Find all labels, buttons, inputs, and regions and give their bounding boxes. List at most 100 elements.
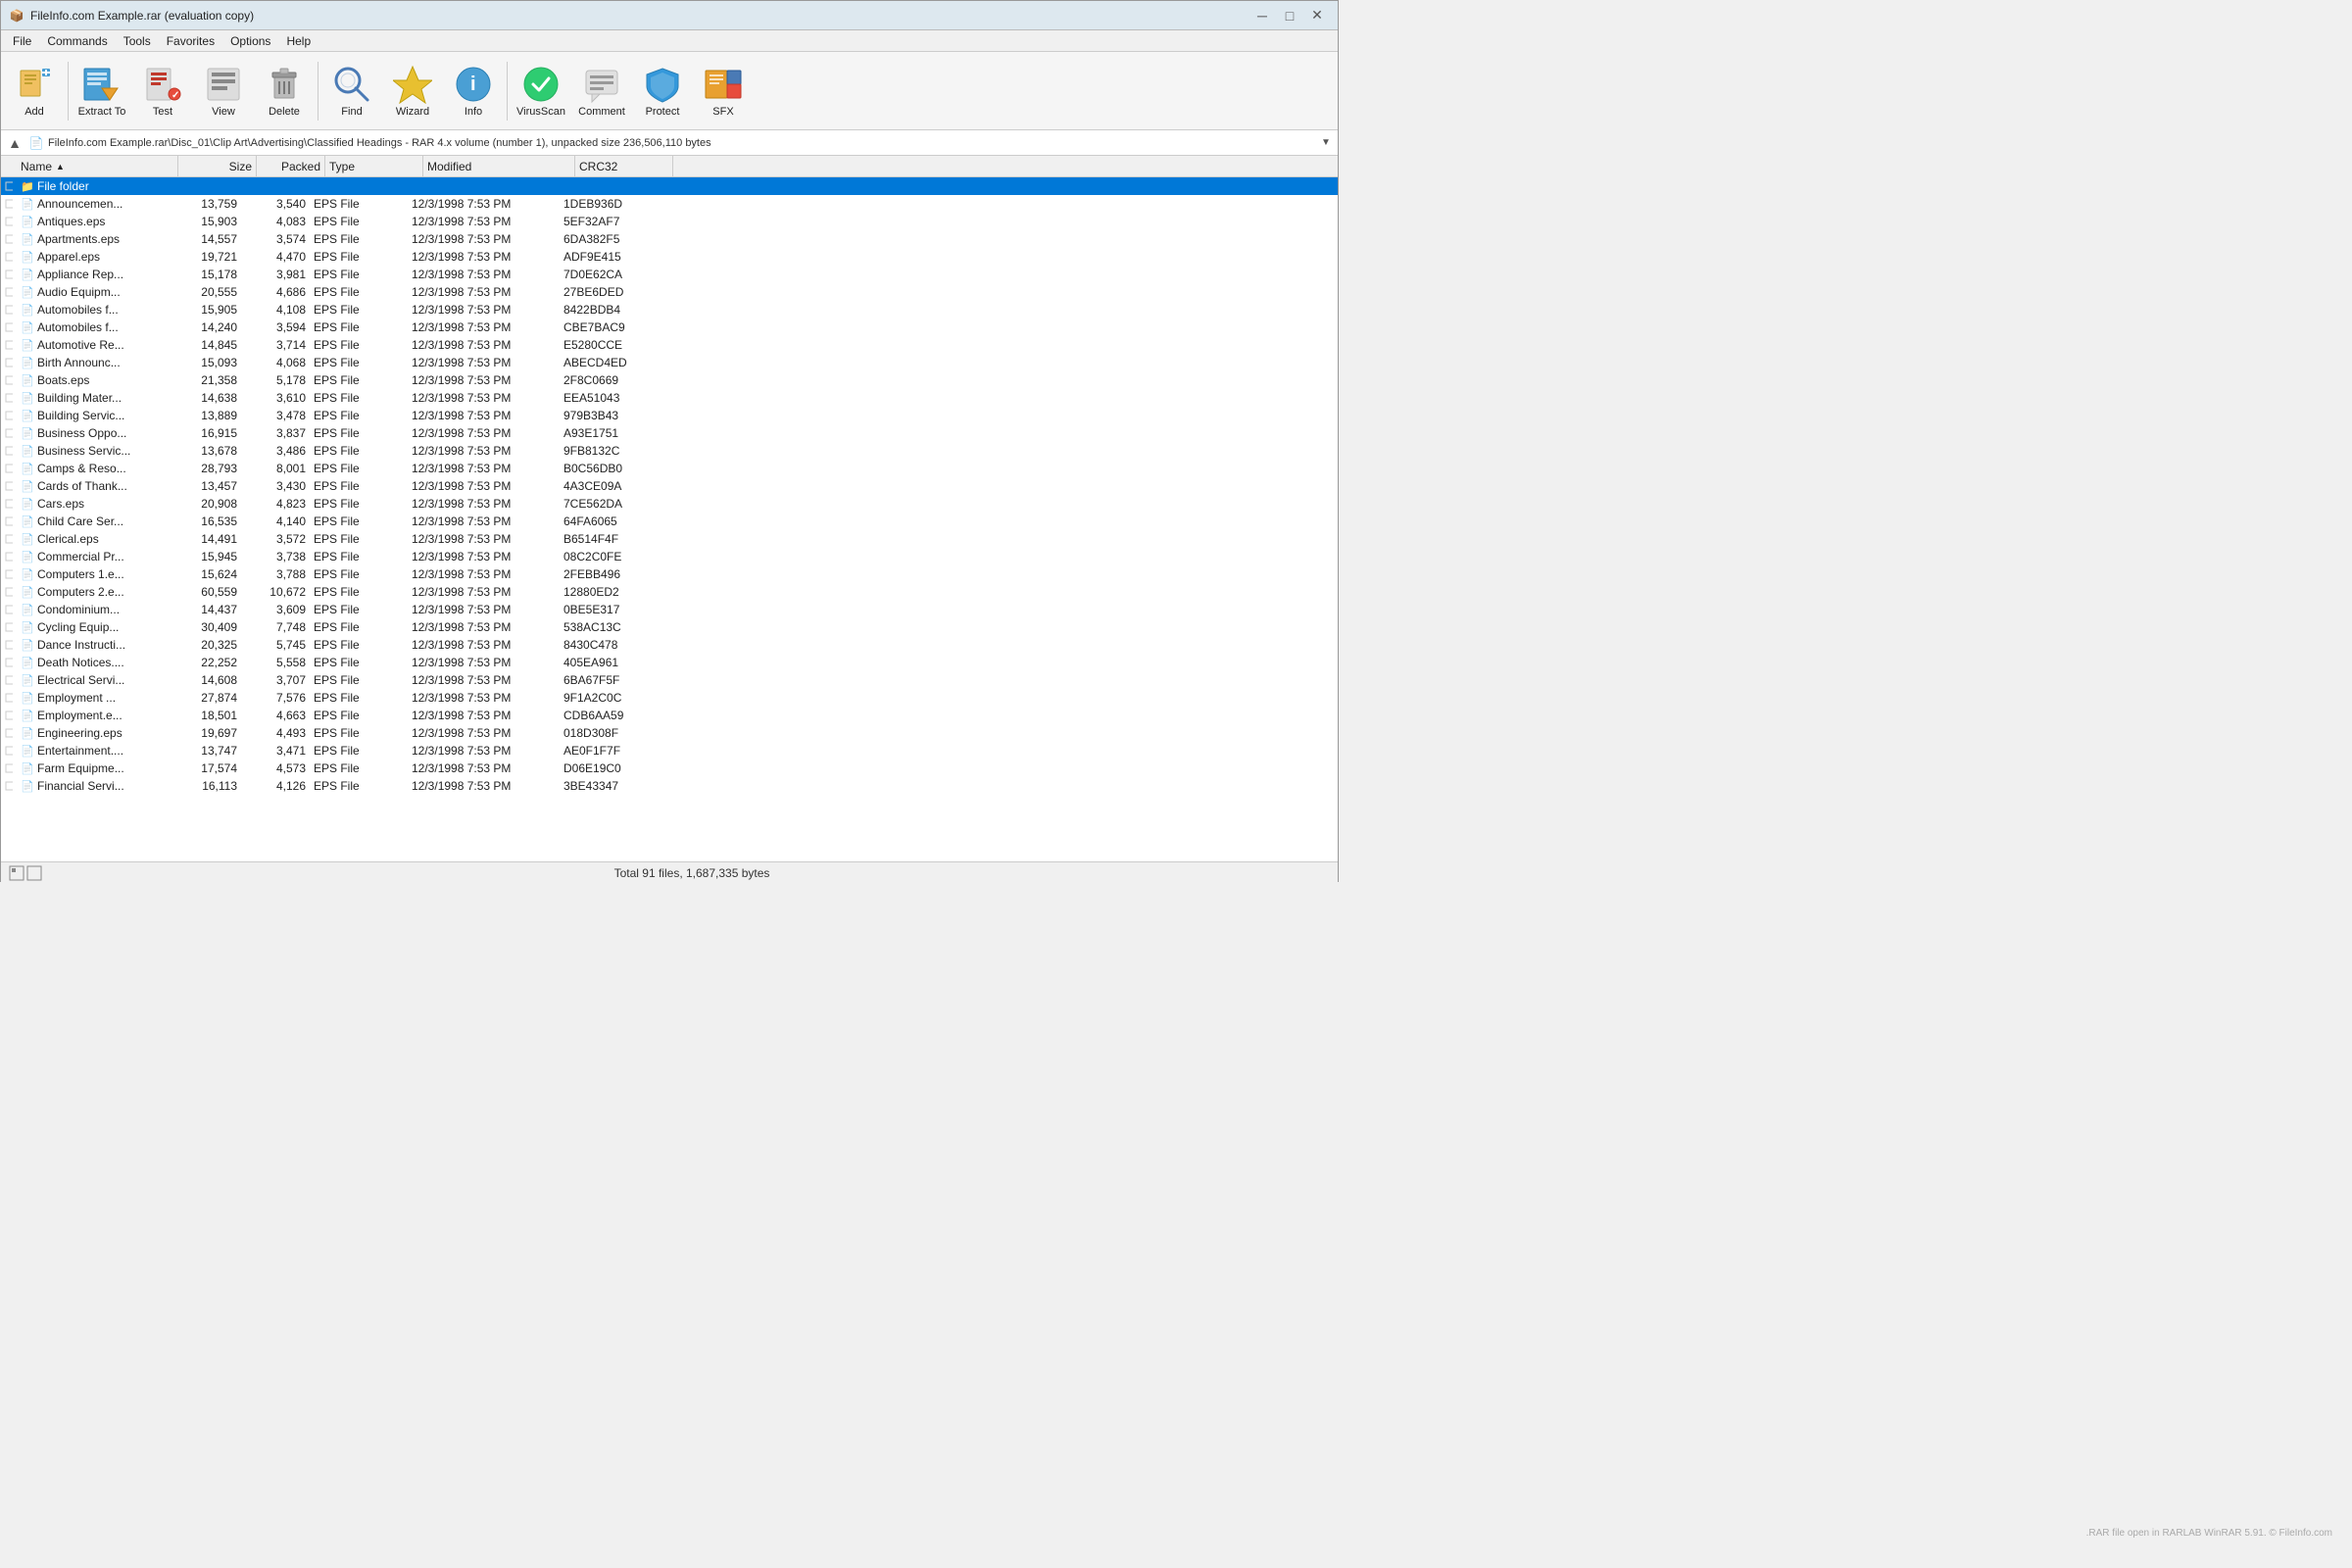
row-checkbox[interactable] <box>1 636 17 654</box>
toolbar-info-button[interactable]: i Info <box>444 56 503 126</box>
table-row[interactable]: 📄Camps & Reso...28,7938,001EPS File12/3/… <box>1 460 1338 477</box>
row-checkbox[interactable] <box>1 318 17 336</box>
toolbar-comment-button[interactable]: Comment <box>572 56 631 126</box>
col-header-type[interactable]: Type <box>325 156 423 177</box>
menu-item-file[interactable]: File <box>5 32 39 50</box>
row-checkbox[interactable] <box>1 460 17 477</box>
table-row[interactable]: 📁 File folder <box>1 177 1338 195</box>
row-checkbox[interactable] <box>1 424 17 442</box>
table-row[interactable]: 📄Cycling Equip...30,4097,748EPS File12/3… <box>1 618 1338 636</box>
row-checkbox[interactable] <box>1 177 17 195</box>
col-header-name[interactable]: Name ▲ <box>17 156 178 177</box>
table-row[interactable]: 📄Computers 1.e...15,6243,788EPS File12/3… <box>1 565 1338 583</box>
table-row[interactable]: 📄Building Mater...14,6383,610EPS File12/… <box>1 389 1338 407</box>
maximize-button[interactable]: □ <box>1277 6 1302 25</box>
table-row[interactable]: 📄Automotive Re...14,8453,714EPS File12/3… <box>1 336 1338 354</box>
toolbar-add-button[interactable]: Add <box>5 56 64 126</box>
table-row[interactable]: 📄Employment.e...18,5014,663EPS File12/3/… <box>1 707 1338 724</box>
table-row[interactable]: 📄Farm Equipme...17,5744,573EPS File12/3/… <box>1 760 1338 777</box>
table-row[interactable]: 📄Business Servic...13,6783,486EPS File12… <box>1 442 1338 460</box>
toolbar-wizard-button[interactable]: Wizard <box>383 56 442 126</box>
table-row[interactable]: 📄Employment ...27,8747,576EPS File12/3/1… <box>1 689 1338 707</box>
table-row[interactable]: 📄Condominium...14,4373,609EPS File12/3/1… <box>1 601 1338 618</box>
table-row[interactable]: 📄Entertainment....13,7473,471EPS File12/… <box>1 742 1338 760</box>
col-header-packed[interactable]: Packed <box>257 156 325 177</box>
row-checkbox[interactable] <box>1 371 17 389</box>
col-header-modified[interactable]: Modified <box>423 156 575 177</box>
row-checkbox[interactable] <box>1 760 17 777</box>
menu-item-favorites[interactable]: Favorites <box>159 32 222 50</box>
table-row[interactable]: 📄Death Notices....22,2525,558EPS File12/… <box>1 654 1338 671</box>
row-checkbox[interactable] <box>1 530 17 548</box>
menu-item-help[interactable]: Help <box>278 32 318 50</box>
row-checkbox[interactable] <box>1 389 17 407</box>
address-dropdown-button[interactable]: ▼ <box>1318 133 1334 153</box>
col-header-crc[interactable]: CRC32 <box>575 156 673 177</box>
table-row[interactable]: 📄Child Care Ser...16,5354,140EPS File12/… <box>1 513 1338 530</box>
table-row[interactable]: 📄Boats.eps21,3585,178EPS File12/3/1998 7… <box>1 371 1338 389</box>
menu-item-options[interactable]: Options <box>222 32 278 50</box>
toolbar-sfx-button[interactable]: SFX <box>694 56 753 126</box>
row-checkbox[interactable] <box>1 354 17 371</box>
row-checkbox[interactable] <box>1 548 17 565</box>
table-row[interactable]: 📄Antiques.eps15,9034,083EPS File12/3/199… <box>1 213 1338 230</box>
row-checkbox[interactable] <box>1 707 17 724</box>
table-row[interactable]: 📄Cards of Thank...13,4573,430EPS File12/… <box>1 477 1338 495</box>
table-row[interactable]: 📄Engineering.eps19,6974,493EPS File12/3/… <box>1 724 1338 742</box>
file-list[interactable]: 📁 File folder 📄Announcemen...13,7593,540… <box>1 177 1338 861</box>
table-row[interactable]: 📄Building Servic...13,8893,478EPS File12… <box>1 407 1338 424</box>
table-row[interactable]: 📄Announcemen...13,7593,540EPS File12/3/1… <box>1 195 1338 213</box>
toolbar-test-button[interactable]: ✓ Test <box>133 56 192 126</box>
row-checkbox[interactable] <box>1 283 17 301</box>
row-checkbox[interactable] <box>1 689 17 707</box>
row-checkbox[interactable] <box>1 565 17 583</box>
row-checkbox[interactable] <box>1 618 17 636</box>
toolbar-find-button[interactable]: Find <box>322 56 381 126</box>
table-row[interactable]: 📄Commercial Pr...15,9453,738EPS File12/3… <box>1 548 1338 565</box>
col-header-size[interactable]: Size <box>178 156 257 177</box>
table-row[interactable]: 📄Business Oppo...16,9153,837EPS File12/3… <box>1 424 1338 442</box>
minimize-button[interactable]: ─ <box>1250 6 1275 25</box>
table-row[interactable]: 📄Computers 2.e...60,55910,672EPS File12/… <box>1 583 1338 601</box>
row-checkbox[interactable] <box>1 654 17 671</box>
row-checkbox[interactable] <box>1 213 17 230</box>
table-row[interactable]: 📄Electrical Servi...14,6083,707EPS File1… <box>1 671 1338 689</box>
address-back-button[interactable]: ▲ <box>5 133 24 153</box>
table-row[interactable]: 📄Cars.eps20,9084,823EPS File12/3/1998 7:… <box>1 495 1338 513</box>
table-row[interactable]: 📄Financial Servi...16,1134,126EPS File12… <box>1 777 1338 795</box>
row-checkbox[interactable] <box>1 230 17 248</box>
table-row[interactable]: 📄Automobiles f...14,2403,594EPS File12/3… <box>1 318 1338 336</box>
row-checkbox[interactable] <box>1 742 17 760</box>
row-checkbox[interactable] <box>1 301 17 318</box>
address-path[interactable]: FileInfo.com Example.rar\Disc_01\Clip Ar… <box>48 137 1314 149</box>
row-checkbox[interactable] <box>1 266 17 283</box>
toolbar-delete-button[interactable]: Delete <box>255 56 314 126</box>
table-row[interactable]: 📄Dance Instructi...20,3255,745EPS File12… <box>1 636 1338 654</box>
menu-item-commands[interactable]: Commands <box>39 32 115 50</box>
row-checkbox[interactable] <box>1 477 17 495</box>
close-button[interactable]: ✕ <box>1304 6 1330 25</box>
row-checkbox[interactable] <box>1 195 17 213</box>
table-row[interactable]: 📄Apartments.eps14,5573,574EPS File12/3/1… <box>1 230 1338 248</box>
table-row[interactable]: 📄Birth Announc...15,0934,068EPS File12/3… <box>1 354 1338 371</box>
table-row[interactable]: 📄Appliance Rep...15,1783,981EPS File12/3… <box>1 266 1338 283</box>
toolbar-view-button[interactable]: View <box>194 56 253 126</box>
table-row[interactable]: 📄Automobiles f...15,9054,108EPS File12/3… <box>1 301 1338 318</box>
row-checkbox[interactable] <box>1 671 17 689</box>
row-checkbox[interactable] <box>1 513 17 530</box>
table-row[interactable]: 📄Audio Equipm...20,5554,686EPS File12/3/… <box>1 283 1338 301</box>
toolbar-protect-button[interactable]: Protect <box>633 56 692 126</box>
row-checkbox[interactable] <box>1 407 17 424</box>
toolbar-extract-to-button[interactable]: Extract To <box>73 56 131 126</box>
menu-item-tools[interactable]: Tools <box>116 32 159 50</box>
row-checkbox[interactable] <box>1 336 17 354</box>
toolbar-virusscan-button[interactable]: VirusScan <box>512 56 570 126</box>
row-checkbox[interactable] <box>1 601 17 618</box>
row-checkbox[interactable] <box>1 495 17 513</box>
row-checkbox[interactable] <box>1 248 17 266</box>
table-row[interactable]: 📄Apparel.eps19,7214,470EPS File12/3/1998… <box>1 248 1338 266</box>
row-checkbox[interactable] <box>1 724 17 742</box>
row-checkbox[interactable] <box>1 442 17 460</box>
row-checkbox[interactable] <box>1 777 17 795</box>
row-checkbox[interactable] <box>1 583 17 601</box>
